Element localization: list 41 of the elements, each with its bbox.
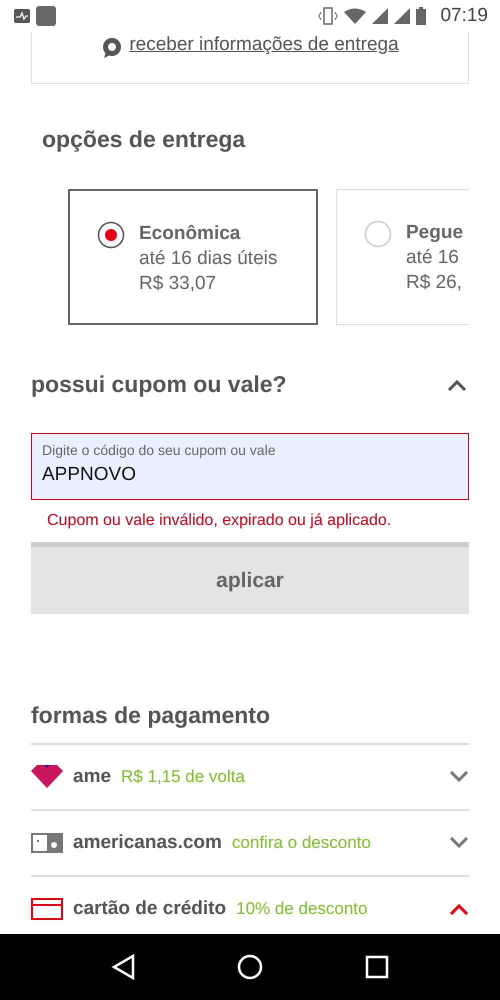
section-title: opções de entrega <box>42 126 246 153</box>
activity-icon <box>14 9 30 23</box>
payment-method-name[interactable]: ame <box>73 766 112 788</box>
radio-button[interactable] <box>97 221 125 249</box>
chevron-icon[interactable] <box>449 771 469 783</box>
recents-icon[interactable] <box>365 955 389 979</box>
heart-icon <box>31 765 63 789</box>
option-term: até 16 dias úteis <box>139 247 278 271</box>
delivery-info-link[interactable]: receber informações de entrega <box>129 34 399 56</box>
option-term: até 16 <box>406 246 460 270</box>
coupon-input-field[interactable]: Digite o código do seu cupom ou vale APPNOVO <box>31 433 469 500</box>
vibrate-icon <box>318 7 338 25</box>
section-title: possui cupom ou vale? <box>31 371 287 398</box>
option-price: R$ 26, <box>406 271 463 295</box>
payment-offer: R$ 1,15 de volta <box>121 767 245 787</box>
error-message: Cupom ou vale inválido, expirado ou já aplicado. <box>47 512 392 530</box>
option-name: Econômica <box>139 222 242 246</box>
payment-method-name[interactable]: americanas.com <box>73 832 222 854</box>
home-icon[interactable] <box>237 954 263 980</box>
chevron-icon[interactable] <box>449 837 469 849</box>
apply-button[interactable]: aplicar <box>31 542 469 614</box>
payment-offer: 10% de desconto <box>236 899 368 919</box>
clock: 07:19 <box>440 5 488 27</box>
ticket-icon <box>31 833 63 853</box>
chevron-icon[interactable] <box>447 378 467 390</box>
option-name: Pegue <box>406 221 464 245</box>
chevron-icon[interactable] <box>449 903 469 915</box>
app-icon <box>36 6 56 26</box>
chat-icon <box>101 37 124 59</box>
signal-icon <box>394 8 410 24</box>
delivery-option-card[interactable]: Pegue até 16 R$ 26, <box>336 189 469 325</box>
back-icon[interactable] <box>111 954 135 980</box>
wifi-icon <box>344 8 366 24</box>
payment-offer: confira o desconto <box>232 833 371 853</box>
option-price: R$ 33,07 <box>139 272 218 296</box>
credit-card-icon <box>31 898 63 920</box>
payment-method-name[interactable]: cartão de crédito <box>73 898 226 920</box>
battery-icon <box>416 7 426 25</box>
section-title: formas de pagamento <box>31 702 271 729</box>
delivery-option-card[interactable]: Econômica até 16 dias úteis R$ 33,07 <box>68 189 318 325</box>
signal-icon <box>372 8 388 24</box>
